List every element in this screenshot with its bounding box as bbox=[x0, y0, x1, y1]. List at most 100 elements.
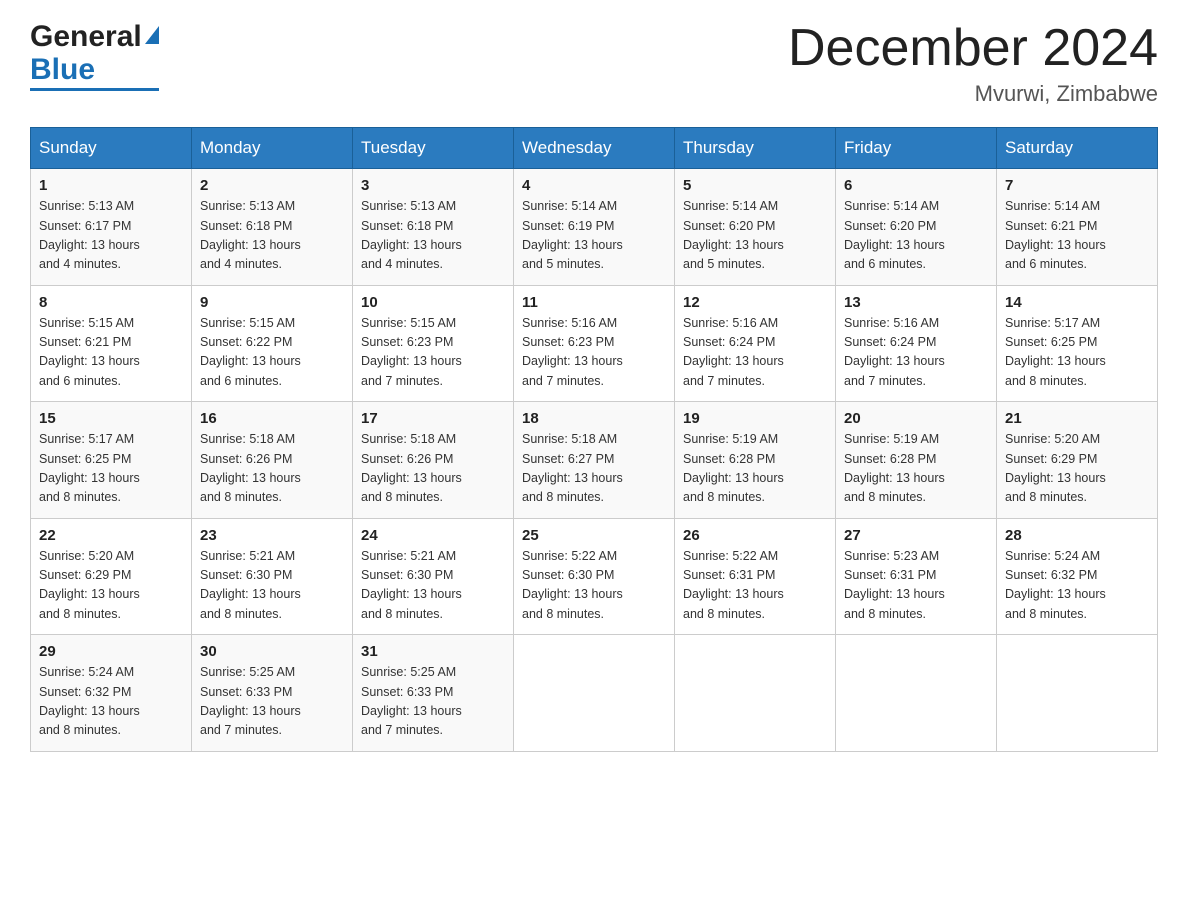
day-info: Sunrise: 5:14 AMSunset: 6:20 PMDaylight:… bbox=[844, 197, 988, 275]
header-tuesday: Tuesday bbox=[353, 128, 514, 169]
calendar-day-cell: 6 Sunrise: 5:14 AMSunset: 6:20 PMDayligh… bbox=[836, 169, 997, 286]
day-info: Sunrise: 5:15 AMSunset: 6:22 PMDaylight:… bbox=[200, 314, 344, 392]
day-number: 28 bbox=[1005, 527, 1149, 544]
location-subtitle: Mvurwi, Zimbabwe bbox=[788, 81, 1158, 107]
day-number: 27 bbox=[844, 527, 988, 544]
day-number: 22 bbox=[39, 527, 183, 544]
calendar-day-cell: 27 Sunrise: 5:23 AMSunset: 6:31 PMDaylig… bbox=[836, 518, 997, 635]
day-number: 24 bbox=[361, 527, 505, 544]
calendar-table: Sunday Monday Tuesday Wednesday Thursday… bbox=[30, 127, 1158, 752]
calendar-day-cell: 3 Sunrise: 5:13 AMSunset: 6:18 PMDayligh… bbox=[353, 169, 514, 286]
day-info: Sunrise: 5:15 AMSunset: 6:23 PMDaylight:… bbox=[361, 314, 505, 392]
title-block: December 2024 Mvurwi, Zimbabwe bbox=[788, 20, 1158, 107]
header-thursday: Thursday bbox=[675, 128, 836, 169]
calendar-day-cell: 19 Sunrise: 5:19 AMSunset: 6:28 PMDaylig… bbox=[675, 402, 836, 519]
calendar-day-cell: 5 Sunrise: 5:14 AMSunset: 6:20 PMDayligh… bbox=[675, 169, 836, 286]
day-number: 2 bbox=[200, 177, 344, 194]
calendar-week-row: 1 Sunrise: 5:13 AMSunset: 6:17 PMDayligh… bbox=[31, 169, 1158, 286]
day-number: 16 bbox=[200, 410, 344, 427]
page-header: General Blue December 2024 Mvurwi, Zimba… bbox=[30, 20, 1158, 107]
calendar-day-cell: 31 Sunrise: 5:25 AMSunset: 6:33 PMDaylig… bbox=[353, 635, 514, 752]
day-number: 20 bbox=[844, 410, 988, 427]
day-info: Sunrise: 5:14 AMSunset: 6:20 PMDaylight:… bbox=[683, 197, 827, 275]
day-info: Sunrise: 5:24 AMSunset: 6:32 PMDaylight:… bbox=[1005, 547, 1149, 625]
day-number: 8 bbox=[39, 294, 183, 311]
calendar-day-cell bbox=[675, 635, 836, 752]
calendar-day-cell: 13 Sunrise: 5:16 AMSunset: 6:24 PMDaylig… bbox=[836, 285, 997, 402]
calendar-day-cell: 14 Sunrise: 5:17 AMSunset: 6:25 PMDaylig… bbox=[997, 285, 1158, 402]
day-number: 1 bbox=[39, 177, 183, 194]
day-info: Sunrise: 5:13 AMSunset: 6:17 PMDaylight:… bbox=[39, 197, 183, 275]
calendar-day-cell: 24 Sunrise: 5:21 AMSunset: 6:30 PMDaylig… bbox=[353, 518, 514, 635]
day-info: Sunrise: 5:14 AMSunset: 6:21 PMDaylight:… bbox=[1005, 197, 1149, 275]
calendar-day-cell bbox=[514, 635, 675, 752]
day-info: Sunrise: 5:16 AMSunset: 6:24 PMDaylight:… bbox=[844, 314, 988, 392]
calendar-day-cell: 8 Sunrise: 5:15 AMSunset: 6:21 PMDayligh… bbox=[31, 285, 192, 402]
calendar-day-cell: 18 Sunrise: 5:18 AMSunset: 6:27 PMDaylig… bbox=[514, 402, 675, 519]
calendar-body: 1 Sunrise: 5:13 AMSunset: 6:17 PMDayligh… bbox=[31, 169, 1158, 752]
calendar-week-row: 29 Sunrise: 5:24 AMSunset: 6:32 PMDaylig… bbox=[31, 635, 1158, 752]
calendar-day-cell: 11 Sunrise: 5:16 AMSunset: 6:23 PMDaylig… bbox=[514, 285, 675, 402]
calendar-day-cell: 1 Sunrise: 5:13 AMSunset: 6:17 PMDayligh… bbox=[31, 169, 192, 286]
calendar-day-cell: 10 Sunrise: 5:15 AMSunset: 6:23 PMDaylig… bbox=[353, 285, 514, 402]
day-number: 19 bbox=[683, 410, 827, 427]
day-number: 9 bbox=[200, 294, 344, 311]
calendar-day-cell: 29 Sunrise: 5:24 AMSunset: 6:32 PMDaylig… bbox=[31, 635, 192, 752]
calendar-day-cell bbox=[836, 635, 997, 752]
day-info: Sunrise: 5:18 AMSunset: 6:26 PMDaylight:… bbox=[200, 430, 344, 508]
day-info: Sunrise: 5:22 AMSunset: 6:31 PMDaylight:… bbox=[683, 547, 827, 625]
logo-blue-text: Blue bbox=[30, 53, 95, 86]
day-info: Sunrise: 5:20 AMSunset: 6:29 PMDaylight:… bbox=[1005, 430, 1149, 508]
day-info: Sunrise: 5:19 AMSunset: 6:28 PMDaylight:… bbox=[683, 430, 827, 508]
day-number: 23 bbox=[200, 527, 344, 544]
day-number: 4 bbox=[522, 177, 666, 194]
day-info: Sunrise: 5:17 AMSunset: 6:25 PMDaylight:… bbox=[1005, 314, 1149, 392]
calendar-day-cell: 30 Sunrise: 5:25 AMSunset: 6:33 PMDaylig… bbox=[192, 635, 353, 752]
day-info: Sunrise: 5:16 AMSunset: 6:23 PMDaylight:… bbox=[522, 314, 666, 392]
day-number: 12 bbox=[683, 294, 827, 311]
calendar-day-cell: 21 Sunrise: 5:20 AMSunset: 6:29 PMDaylig… bbox=[997, 402, 1158, 519]
day-info: Sunrise: 5:18 AMSunset: 6:27 PMDaylight:… bbox=[522, 430, 666, 508]
day-number: 3 bbox=[361, 177, 505, 194]
day-number: 7 bbox=[1005, 177, 1149, 194]
day-number: 5 bbox=[683, 177, 827, 194]
calendar-day-cell: 25 Sunrise: 5:22 AMSunset: 6:30 PMDaylig… bbox=[514, 518, 675, 635]
logo: General Blue bbox=[30, 20, 159, 91]
day-number: 14 bbox=[1005, 294, 1149, 311]
day-number: 13 bbox=[844, 294, 988, 311]
day-info: Sunrise: 5:14 AMSunset: 6:19 PMDaylight:… bbox=[522, 197, 666, 275]
day-number: 17 bbox=[361, 410, 505, 427]
day-number: 30 bbox=[200, 643, 344, 660]
day-info: Sunrise: 5:16 AMSunset: 6:24 PMDaylight:… bbox=[683, 314, 827, 392]
calendar-header: Sunday Monday Tuesday Wednesday Thursday… bbox=[31, 128, 1158, 169]
calendar-week-row: 22 Sunrise: 5:20 AMSunset: 6:29 PMDaylig… bbox=[31, 518, 1158, 635]
calendar-day-cell: 22 Sunrise: 5:20 AMSunset: 6:29 PMDaylig… bbox=[31, 518, 192, 635]
day-info: Sunrise: 5:23 AMSunset: 6:31 PMDaylight:… bbox=[844, 547, 988, 625]
calendar-day-cell: 12 Sunrise: 5:16 AMSunset: 6:24 PMDaylig… bbox=[675, 285, 836, 402]
day-number: 21 bbox=[1005, 410, 1149, 427]
day-info: Sunrise: 5:24 AMSunset: 6:32 PMDaylight:… bbox=[39, 663, 183, 741]
day-info: Sunrise: 5:13 AMSunset: 6:18 PMDaylight:… bbox=[200, 197, 344, 275]
day-header-row: Sunday Monday Tuesday Wednesday Thursday… bbox=[31, 128, 1158, 169]
day-number: 10 bbox=[361, 294, 505, 311]
day-number: 31 bbox=[361, 643, 505, 660]
calendar-day-cell: 4 Sunrise: 5:14 AMSunset: 6:19 PMDayligh… bbox=[514, 169, 675, 286]
calendar-day-cell: 7 Sunrise: 5:14 AMSunset: 6:21 PMDayligh… bbox=[997, 169, 1158, 286]
day-info: Sunrise: 5:21 AMSunset: 6:30 PMDaylight:… bbox=[361, 547, 505, 625]
day-info: Sunrise: 5:21 AMSunset: 6:30 PMDaylight:… bbox=[200, 547, 344, 625]
calendar-day-cell: 20 Sunrise: 5:19 AMSunset: 6:28 PMDaylig… bbox=[836, 402, 997, 519]
header-wednesday: Wednesday bbox=[514, 128, 675, 169]
day-info: Sunrise: 5:18 AMSunset: 6:26 PMDaylight:… bbox=[361, 430, 505, 508]
header-friday: Friday bbox=[836, 128, 997, 169]
calendar-day-cell: 9 Sunrise: 5:15 AMSunset: 6:22 PMDayligh… bbox=[192, 285, 353, 402]
calendar-day-cell: 26 Sunrise: 5:22 AMSunset: 6:31 PMDaylig… bbox=[675, 518, 836, 635]
day-info: Sunrise: 5:17 AMSunset: 6:25 PMDaylight:… bbox=[39, 430, 183, 508]
day-number: 25 bbox=[522, 527, 666, 544]
calendar-day-cell: 16 Sunrise: 5:18 AMSunset: 6:26 PMDaylig… bbox=[192, 402, 353, 519]
header-monday: Monday bbox=[192, 128, 353, 169]
calendar-day-cell bbox=[997, 635, 1158, 752]
day-info: Sunrise: 5:25 AMSunset: 6:33 PMDaylight:… bbox=[200, 663, 344, 741]
calendar-day-cell: 2 Sunrise: 5:13 AMSunset: 6:18 PMDayligh… bbox=[192, 169, 353, 286]
calendar-week-row: 15 Sunrise: 5:17 AMSunset: 6:25 PMDaylig… bbox=[31, 402, 1158, 519]
day-number: 15 bbox=[39, 410, 183, 427]
